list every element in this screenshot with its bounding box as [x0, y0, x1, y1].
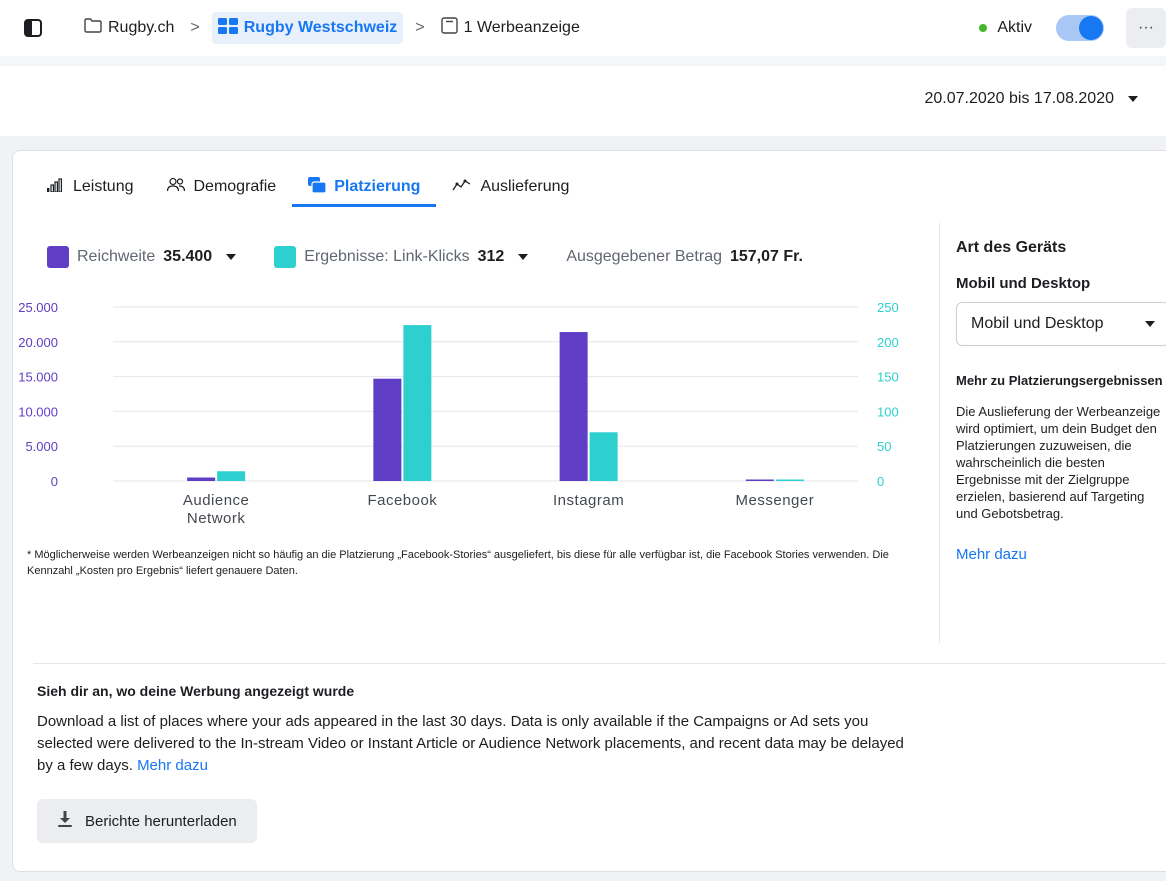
left-axis-tick-label: 0 [51, 474, 58, 489]
right-axis-tick-label: 200 [877, 335, 899, 350]
metric-spent: Ausgegebener Betrag 157,07 Fr. [566, 248, 803, 266]
breadcrumb-campaign[interactable]: Rugby.ch [80, 12, 178, 44]
metric-selectors: Reichweite 35.400 Ergebnisse: Link-Klick… [47, 243, 841, 271]
grid-icon [217, 17, 238, 39]
caret-down-icon [1145, 321, 1155, 327]
placement-info-text: Die Auslieferung der Werbeanzeige wird o… [956, 404, 1161, 521]
placement-card: Leistung Demografie Platzierung Ausliefe… [12, 150, 1166, 872]
left-axis-tick-label: 15.000 [18, 370, 58, 385]
device-type-select[interactable]: Mobil und Desktop [956, 302, 1166, 346]
delivery-icon [452, 178, 472, 197]
right-axis-tick-label: 100 [877, 404, 899, 419]
tab-demografie[interactable]: Demografie [150, 169, 293, 205]
reach-swatch [47, 246, 69, 268]
bar-reach [745, 479, 774, 481]
bar-results [589, 432, 618, 481]
metric-reach-selector[interactable]: Reichweite 35.400 [47, 246, 237, 268]
bar-results [403, 325, 432, 481]
placement-chart: 0 0 5.000 50 10.000 100 15.000 150 20.000 200 25.0… [13, 291, 913, 551]
category-label: Facebook [367, 492, 437, 509]
toggle-knob [1079, 16, 1103, 40]
left-axis-tick-label: 10.000 [18, 404, 58, 419]
bar-chart-icon [47, 177, 65, 197]
breadcrumb-label: 1 Werbeanzeige [463, 19, 580, 36]
metric-results-selector[interactable]: Ergebnisse: Link-Klicks 312 [274, 246, 529, 268]
report-tabs: Leistung Demografie Platzierung Ausliefe… [47, 169, 585, 207]
bar-reach [373, 378, 402, 481]
chevron-right-icon: > [190, 19, 200, 36]
topbar-separator [0, 56, 1166, 66]
metric-value: 35.400 [163, 248, 213, 265]
device-panel-title: Art des Geräts [956, 239, 1067, 256]
category-label: Instagram [553, 492, 624, 509]
tab-label: Auslieferung [480, 178, 570, 195]
date-row: 20.07.2020 bis 17.08.2020 [0, 66, 1166, 136]
placement-icon [308, 176, 327, 198]
category-label: Audience [183, 492, 250, 509]
left-axis-tick-label: 5.000 [25, 439, 58, 454]
ad-locations-learn-more-link[interactable]: Mehr dazu [137, 757, 208, 774]
breadcrumb-adset[interactable]: Rugby Westschweiz [211, 12, 404, 44]
ad-locations-text: Download a list of places where your ads… [37, 711, 917, 777]
tab-leistung[interactable]: Leistung [47, 169, 150, 205]
results-swatch [274, 246, 297, 268]
bar-results [217, 471, 246, 481]
learn-more-link[interactable]: Mehr dazu [956, 546, 1027, 563]
caret-down-icon [226, 254, 237, 260]
breadcrumb-ad[interactable]: 1 Werbeanzeige [437, 12, 584, 44]
metric-value: 312 [477, 248, 505, 265]
download-reports-button[interactable]: Berichte herunterladen [37, 799, 257, 843]
bar-reach [187, 477, 216, 481]
ad-locations-title: Sieh dir an, wo deine Werbung angezeigt … [37, 683, 355, 699]
bar-results [775, 479, 804, 481]
breadcrumb: Rugby.ch > Rugby Westschweiz > 1 Werbean… [80, 12, 584, 44]
caret-down-icon [518, 254, 529, 260]
bar-reach [559, 332, 588, 481]
folder-icon [84, 18, 102, 38]
left-axis-tick-label: 25.000 [18, 300, 58, 315]
top-bar: Rugby.ch > Rugby Westschweiz > 1 Werbean… [0, 0, 1166, 56]
category-label: Network [187, 510, 246, 527]
date-range-label: 20.07.2020 bis 17.08.2020 [924, 90, 1115, 107]
breadcrumb-label: Rugby Westschweiz [243, 19, 398, 36]
ad-icon [440, 17, 458, 39]
download-reports-label: Berichte herunterladen [85, 812, 237, 830]
metric-value: 157,07 Fr. [729, 248, 803, 265]
metric-label: Ergebnisse: Link-Klicks [304, 248, 470, 265]
device-panel-subtitle: Mobil und Desktop [956, 275, 1091, 292]
date-range-picker[interactable]: 20.07.2020 bis 17.08.2020 [924, 90, 1138, 108]
tab-label: Demografie [193, 178, 277, 195]
tab-platzierung[interactable]: Platzierung [292, 169, 437, 207]
active-toggle[interactable] [1056, 15, 1104, 41]
people-icon [166, 177, 186, 198]
right-axis-tick-label: 0 [877, 474, 884, 489]
category-label: Messenger [736, 492, 815, 509]
tab-auslieferung[interactable]: Auslieferung [436, 169, 585, 205]
status-area: Aktiv [979, 12, 1104, 44]
left-axis-tick-label: 20.000 [18, 335, 58, 350]
right-axis-tick-label: 250 [877, 300, 899, 315]
device-type-value: Mobil und Desktop [971, 315, 1104, 332]
right-axis-tick-label: 150 [877, 370, 899, 385]
metric-label: Reichweite [77, 248, 156, 265]
tab-label: Leistung [73, 178, 134, 195]
tab-label: Platzierung [334, 178, 421, 195]
chart-footnote: * Möglicherweise werden Werbeanzeigen ni… [27, 549, 889, 577]
metric-label: Ausgegebener Betrag [566, 248, 722, 265]
status-label: Aktiv [997, 19, 1032, 36]
section-divider [33, 663, 1166, 664]
placement-info-title: Mehr zu Platzierungsergebnissen [956, 373, 1163, 388]
right-axis-tick-label: 50 [877, 439, 891, 454]
sidebar-toggle-icon[interactable] [22, 18, 44, 38]
device-panel: Art des Geräts Mobil und Desktop Mobil u… [939, 223, 1166, 643]
more-icon: ··· [1138, 19, 1154, 36]
status-dot-icon [979, 24, 988, 32]
caret-down-icon [1128, 96, 1138, 102]
download-icon [57, 810, 73, 832]
chevron-right-icon: > [415, 19, 425, 36]
more-options-button[interactable]: ··· [1126, 8, 1166, 48]
placement-bar-chart: 0 0 5.000 50 10.000 100 15.000 150 20.000 200 25.0… [18, 300, 899, 527]
breadcrumb-label: Rugby.ch [108, 19, 175, 36]
